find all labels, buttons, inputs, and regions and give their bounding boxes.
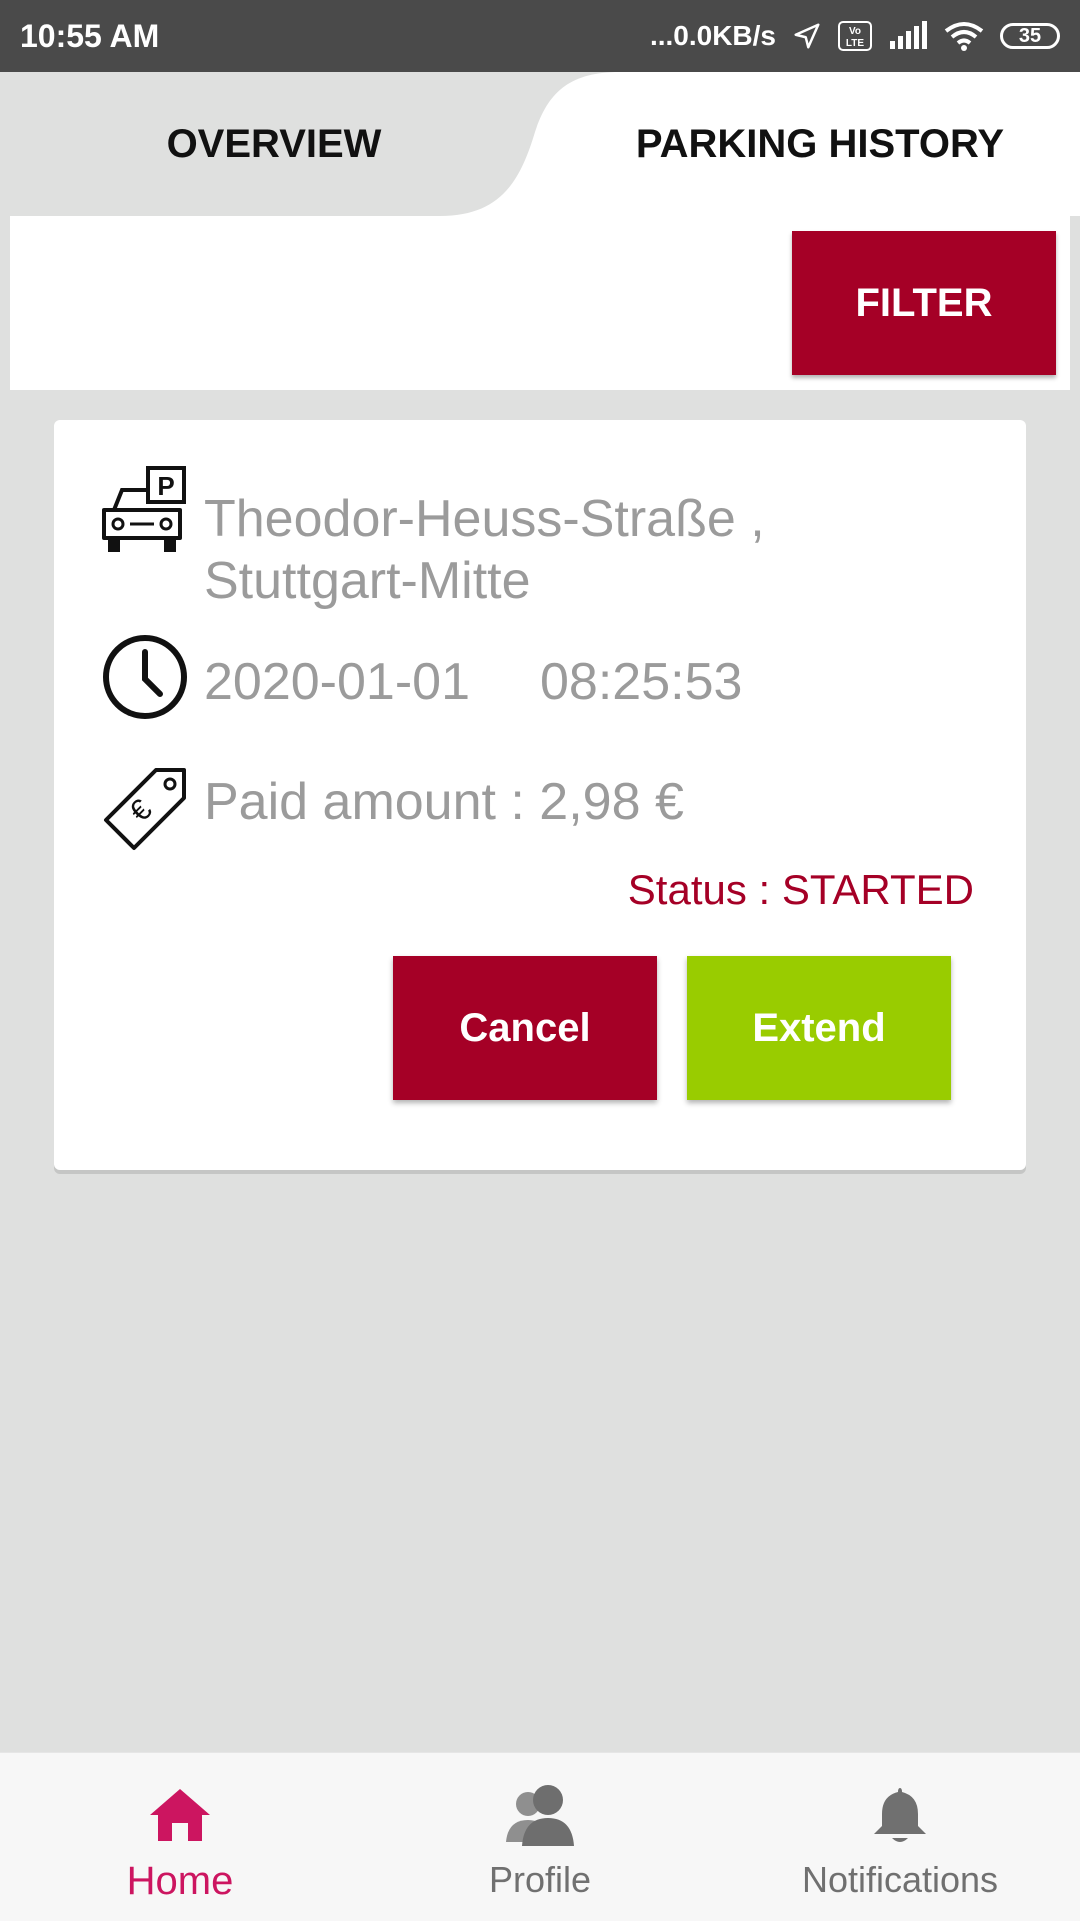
nav-notifications[interactable]: Notifications — [780, 1753, 1020, 1921]
cancel-button[interactable]: Cancel — [393, 956, 657, 1100]
signal-icon — [888, 21, 928, 51]
status-icons: ...0.0KB/s Vo LTE 35 — [650, 20, 1060, 52]
location-icon — [792, 21, 822, 51]
nav-home-label: Home — [126, 1859, 234, 1903]
nav-profile[interactable]: Profile — [440, 1753, 640, 1921]
bottom-navigation: Home Profile Notifications — [0, 1752, 1080, 1921]
car-parking-icon: P — [96, 464, 196, 560]
nav-notifications-label: Notifications — [801, 1859, 999, 1900]
nav-home[interactable]: Home — [80, 1753, 280, 1921]
volte-icon: Vo LTE — [838, 21, 872, 51]
clock-icon — [100, 632, 190, 722]
nav-profile-label: Profile — [488, 1859, 592, 1900]
parking-date: 2020-01-01 — [204, 653, 470, 711]
parking-time: 08:25:53 — [540, 653, 743, 711]
svg-text:LTE: LTE — [846, 38, 864, 49]
extend-button[interactable]: Extend — [687, 956, 951, 1100]
paid-amount: Paid amount : 2,98 € — [204, 773, 684, 831]
profile-icon — [502, 1775, 578, 1855]
battery-icon: 35 — [1000, 23, 1060, 49]
parking-card: P Theodor-Heuss-Straße , Stuttgart-Mitte… — [54, 420, 1026, 1170]
parking-status: Status : STARTED — [627, 866, 974, 913]
status-bar: 10:55 AM ...0.0KB/s Vo LTE 35 — [0, 0, 1080, 72]
euro-tag-icon: € — [98, 764, 190, 856]
bell-icon — [872, 1775, 928, 1855]
parking-address: Theodor-Heuss-Straße , Stuttgart-Mitte — [204, 490, 765, 610]
wifi-icon — [944, 21, 984, 51]
filter-button[interactable]: FILTER — [792, 231, 1056, 375]
svg-text:Vo: Vo — [849, 26, 861, 37]
home-icon — [148, 1775, 212, 1855]
tab-parking-history[interactable]: PARKING HISTORY — [560, 72, 1080, 216]
tab-bar: OVERVIEW PARKING HISTORY — [0, 72, 1080, 216]
svg-text:P: P — [157, 471, 174, 501]
tab-overview[interactable]: OVERVIEW — [0, 72, 550, 216]
network-speed: ...0.0KB/s — [649, 20, 776, 51]
status-time: 10:55 AM — [20, 17, 160, 54]
